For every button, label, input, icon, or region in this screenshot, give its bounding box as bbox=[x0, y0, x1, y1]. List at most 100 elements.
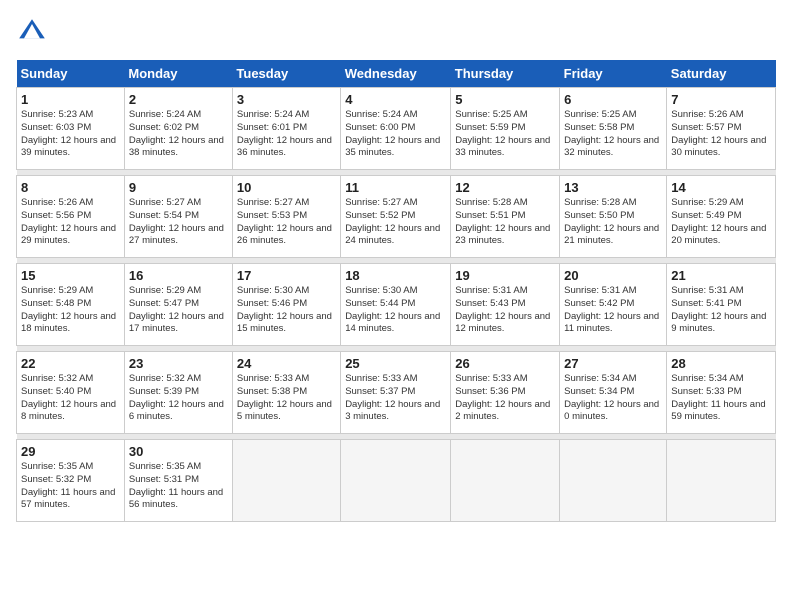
day-info: Sunrise: 5:35 AMSunset: 5:31 PMDaylight:… bbox=[129, 461, 228, 512]
day-number: 16 bbox=[129, 268, 228, 283]
calendar-cell: 16 Sunrise: 5:29 AMSunset: 5:47 PMDayligh… bbox=[124, 264, 232, 346]
day-number: 15 bbox=[21, 268, 120, 283]
day-info: Sunrise: 5:28 AMSunset: 5:51 PMDaylight:… bbox=[455, 197, 555, 248]
calendar-cell: 10Sunrise: 5:27 AMSunset: 5:53 PMDayligh… bbox=[232, 176, 340, 258]
day-info: Sunrise: 5:29 AMSunset: 5:47 PMDaylight:… bbox=[129, 285, 228, 336]
calendar-week-row: 22Sunrise: 5:32 AMSunset: 5:40 PMDayligh… bbox=[17, 352, 776, 434]
calendar-cell bbox=[341, 440, 451, 522]
logo-icon bbox=[16, 16, 48, 48]
calendar-cell: 27Sunrise: 5:34 AMSunset: 5:34 PMDayligh… bbox=[560, 352, 667, 434]
weekday-header-monday: Monday bbox=[124, 60, 232, 88]
day-info: Sunrise: 5:30 AMSunset: 5:46 PMDaylight:… bbox=[237, 285, 336, 336]
calendar-cell: 9Sunrise: 5:27 AMSunset: 5:54 PMDaylight… bbox=[124, 176, 232, 258]
weekday-header-row: SundayMondayTuesdayWednesdayThursdayFrid… bbox=[17, 60, 776, 88]
calendar-cell: 23 Sunrise: 5:32 AMSunset: 5:39 PMDayligh… bbox=[124, 352, 232, 434]
calendar-cell: 14 Sunrise: 5:29 AMSunset: 5:49 PMDayligh… bbox=[667, 176, 776, 258]
day-info: Sunrise: 5:27 AMSunset: 5:52 PMDaylight:… bbox=[345, 197, 446, 248]
calendar-cell: 18 Sunrise: 5:30 AMSunset: 5:44 PMDayligh… bbox=[341, 264, 451, 346]
day-info: Sunrise: 5:31 AMSunset: 5:42 PMDaylight:… bbox=[564, 285, 662, 336]
calendar-week-row: 1 Sunrise: 5:23 AMSunset: 6:03 PMDaylight… bbox=[17, 88, 776, 170]
calendar-cell: 29 Sunrise: 5:35 AMSunset: 5:32 PMDayligh… bbox=[17, 440, 125, 522]
calendar-cell: 20 Sunrise: 5:31 AMSunset: 5:42 PMDayligh… bbox=[560, 264, 667, 346]
calendar-cell: 30 Sunrise: 5:35 AMSunset: 5:31 PMDayligh… bbox=[124, 440, 232, 522]
day-info: Sunrise: 5:31 AMSunset: 5:41 PMDaylight:… bbox=[671, 285, 771, 336]
calendar-table: SundayMondayTuesdayWednesdayThursdayFrid… bbox=[16, 60, 776, 522]
calendar-cell: 2 Sunrise: 5:24 AMSunset: 6:02 PMDaylight… bbox=[124, 88, 232, 170]
day-number: 11 bbox=[345, 180, 446, 195]
day-number: 29 bbox=[21, 444, 120, 459]
calendar-cell: 4Sunrise: 5:24 AMSunset: 6:00 PMDaylight… bbox=[341, 88, 451, 170]
day-info: Sunrise: 5:23 AMSunset: 6:03 PMDaylight:… bbox=[21, 109, 120, 160]
calendar-cell: 12 Sunrise: 5:28 AMSunset: 5:51 PMDayligh… bbox=[451, 176, 560, 258]
day-number: 3 bbox=[237, 92, 336, 107]
calendar-cell: 17 Sunrise: 5:30 AMSunset: 5:46 PMDayligh… bbox=[232, 264, 340, 346]
day-info: Sunrise: 5:25 AMSunset: 5:58 PMDaylight:… bbox=[564, 109, 662, 160]
day-number: 5 bbox=[455, 92, 555, 107]
calendar-week-row: 29 Sunrise: 5:35 AMSunset: 5:32 PMDayligh… bbox=[17, 440, 776, 522]
weekday-header-tuesday: Tuesday bbox=[232, 60, 340, 88]
day-number: 17 bbox=[237, 268, 336, 283]
weekday-header-saturday: Saturday bbox=[667, 60, 776, 88]
calendar-week-row: 15 Sunrise: 5:29 AMSunset: 5:48 PMDayligh… bbox=[17, 264, 776, 346]
weekday-header-thursday: Thursday bbox=[451, 60, 560, 88]
calendar-cell bbox=[232, 440, 340, 522]
day-info: Sunrise: 5:24 AMSunset: 6:00 PMDaylight:… bbox=[345, 109, 446, 160]
day-info: Sunrise: 5:34 AMSunset: 5:33 PMDaylight:… bbox=[671, 373, 771, 424]
day-info: Sunrise: 5:33 AMSunset: 5:38 PMDaylight:… bbox=[237, 373, 336, 424]
day-number: 18 bbox=[345, 268, 446, 283]
day-info: Sunrise: 5:29 AMSunset: 5:48 PMDaylight:… bbox=[21, 285, 120, 336]
day-info: Sunrise: 5:33 AMSunset: 5:36 PMDaylight:… bbox=[455, 373, 555, 424]
day-info: Sunrise: 5:24 AMSunset: 6:01 PMDaylight:… bbox=[237, 109, 336, 160]
calendar-cell: 22Sunrise: 5:32 AMSunset: 5:40 PMDayligh… bbox=[17, 352, 125, 434]
calendar-cell: 5Sunrise: 5:25 AMSunset: 5:59 PMDaylight… bbox=[451, 88, 560, 170]
day-number: 21 bbox=[671, 268, 771, 283]
weekday-header-wednesday: Wednesday bbox=[341, 60, 451, 88]
day-number: 27 bbox=[564, 356, 662, 371]
day-number: 30 bbox=[129, 444, 228, 459]
day-number: 19 bbox=[455, 268, 555, 283]
day-info: Sunrise: 5:33 AMSunset: 5:37 PMDaylight:… bbox=[345, 373, 446, 424]
day-info: Sunrise: 5:29 AMSunset: 5:49 PMDaylight:… bbox=[671, 197, 771, 248]
day-number: 24 bbox=[237, 356, 336, 371]
day-number: 23 bbox=[129, 356, 228, 371]
day-number: 14 bbox=[671, 180, 771, 195]
day-number: 26 bbox=[455, 356, 555, 371]
page-header bbox=[16, 16, 776, 48]
day-info: Sunrise: 5:30 AMSunset: 5:44 PMDaylight:… bbox=[345, 285, 446, 336]
calendar-cell bbox=[667, 440, 776, 522]
day-number: 7 bbox=[671, 92, 771, 107]
day-number: 28 bbox=[671, 356, 771, 371]
day-info: Sunrise: 5:27 AMSunset: 5:54 PMDaylight:… bbox=[129, 197, 228, 248]
calendar-cell: 26 Sunrise: 5:33 AMSunset: 5:36 PMDayligh… bbox=[451, 352, 560, 434]
day-number: 1 bbox=[21, 92, 120, 107]
calendar-cell: 8 Sunrise: 5:26 AMSunset: 5:56 PMDaylight… bbox=[17, 176, 125, 258]
calendar-cell: 15 Sunrise: 5:29 AMSunset: 5:48 PMDayligh… bbox=[17, 264, 125, 346]
day-info: Sunrise: 5:32 AMSunset: 5:39 PMDaylight:… bbox=[129, 373, 228, 424]
calendar-cell: 1 Sunrise: 5:23 AMSunset: 6:03 PMDaylight… bbox=[17, 88, 125, 170]
day-info: Sunrise: 5:26 AMSunset: 5:57 PMDaylight:… bbox=[671, 109, 771, 160]
calendar-cell: 28 Sunrise: 5:34 AMSunset: 5:33 PMDayligh… bbox=[667, 352, 776, 434]
day-number: 13 bbox=[564, 180, 662, 195]
calendar-cell bbox=[451, 440, 560, 522]
day-number: 10 bbox=[237, 180, 336, 195]
day-number: 2 bbox=[129, 92, 228, 107]
calendar-cell: 19 Sunrise: 5:31 AMSunset: 5:43 PMDayligh… bbox=[451, 264, 560, 346]
calendar-cell: 13Sunrise: 5:28 AMSunset: 5:50 PMDayligh… bbox=[560, 176, 667, 258]
day-info: Sunrise: 5:24 AMSunset: 6:02 PMDaylight:… bbox=[129, 109, 228, 160]
calendar-cell: 25Sunrise: 5:33 AMSunset: 5:37 PMDayligh… bbox=[341, 352, 451, 434]
weekday-header-sunday: Sunday bbox=[17, 60, 125, 88]
day-info: Sunrise: 5:26 AMSunset: 5:56 PMDaylight:… bbox=[21, 197, 120, 248]
logo bbox=[16, 16, 52, 48]
day-number: 6 bbox=[564, 92, 662, 107]
day-number: 20 bbox=[564, 268, 662, 283]
weekday-header-friday: Friday bbox=[560, 60, 667, 88]
day-info: Sunrise: 5:35 AMSunset: 5:32 PMDaylight:… bbox=[21, 461, 120, 512]
calendar-cell: 11 Sunrise: 5:27 AMSunset: 5:52 PMDayligh… bbox=[341, 176, 451, 258]
day-info: Sunrise: 5:32 AMSunset: 5:40 PMDaylight:… bbox=[21, 373, 120, 424]
calendar-week-row: 8 Sunrise: 5:26 AMSunset: 5:56 PMDaylight… bbox=[17, 176, 776, 258]
calendar-cell: 24 Sunrise: 5:33 AMSunset: 5:38 PMDayligh… bbox=[232, 352, 340, 434]
calendar-cell: 7 Sunrise: 5:26 AMSunset: 5:57 PMDaylight… bbox=[667, 88, 776, 170]
day-number: 8 bbox=[21, 180, 120, 195]
day-number: 12 bbox=[455, 180, 555, 195]
day-info: Sunrise: 5:31 AMSunset: 5:43 PMDaylight:… bbox=[455, 285, 555, 336]
